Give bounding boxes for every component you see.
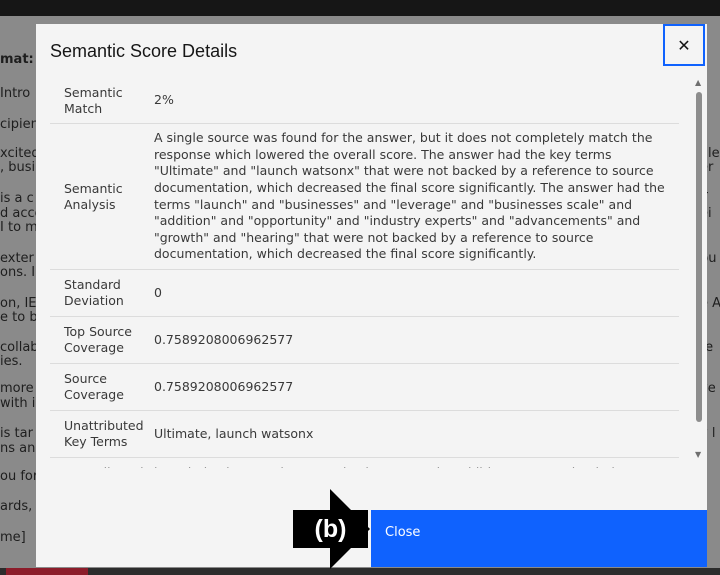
row-value: 0 [154,284,162,300]
background-text-line: cipien [0,117,39,132]
background-text-line: Intro [0,86,31,101]
background-text-line: with i [0,396,36,411]
row-value: Ultimate, launch watsonx [154,425,314,441]
table-row: Source Coverage 0.7589208006962577 [50,364,679,411]
modal-title: Semantic Score Details [50,41,238,61]
background-text-line: e to b [0,310,38,325]
close-button[interactable]: Close [371,510,707,567]
table-row: Top Source Coverage 0.7589208006962577 [50,317,679,364]
background-text-line: me] [0,530,26,545]
row-label: Semantic Match [64,84,123,116]
background-text-line: ou for [0,469,39,484]
row-label: Unattributed [50,458,154,468]
background-text-line: more [0,381,34,396]
background-text-line: is tar [0,426,33,441]
table-row: Semantic Match 2% [50,78,679,124]
callout-label: (b) [293,510,368,548]
background-text-line: exter [0,251,34,266]
close-icon[interactable]: ✕ [663,24,705,66]
semantic-score-modal: Semantic Score Details ✕ Semantic Match … [36,24,707,567]
background-text-line: ons. I [0,265,36,280]
scrollbar-thumb[interactable] [696,92,702,422]
background-text-line: collab [0,340,39,355]
row-value: launch, businesses, leverage, businesses… [154,458,679,468]
top-bar [0,0,720,16]
row-label: Unattributed Key Terms [64,418,144,449]
table-row: Unattributed Key Terms Ultimate, launch … [50,411,679,458]
background-bottom-tab [6,568,88,575]
scroll-up-arrow-icon[interactable]: ▲ [695,78,701,87]
row-label: Standard Deviation [64,277,124,308]
table-row: Semantic Analysis A single source was fo… [50,124,679,270]
background-text-line: I to m [0,220,38,235]
details-table[interactable]: Semantic Match 2% Semantic Analysis A si… [50,78,679,468]
background-text-line: xcited [0,146,40,161]
row-label: Semantic Analysis [64,180,123,212]
row-value: 0.7589208006962577 [154,331,294,347]
row-value: A single source was found for the answer… [154,130,665,262]
row-label: Source Coverage [64,371,124,402]
background-text-line: on, IE [0,296,37,311]
background-text-line: ards, [0,499,33,514]
background-text-line: ies. [0,354,23,369]
background-bottom-strip [0,568,720,575]
background-text-line: ns an [0,441,36,456]
row-value: 2% [154,92,174,108]
background-text-line: mat: [0,52,34,67]
row-value: 0.7589208006962577 [154,378,294,394]
scrollbar[interactable]: ▲ ▼ [693,78,705,464]
table-row: Standard Deviation 0 [50,270,679,317]
table-row: Unattributed launch, businesses, leverag… [50,458,679,468]
background-text-line: , busi [0,160,36,175]
row-label: Top Source Coverage [64,324,132,355]
scroll-down-arrow-icon[interactable]: ▼ [695,450,701,459]
background-text-line: is a c [0,191,34,206]
